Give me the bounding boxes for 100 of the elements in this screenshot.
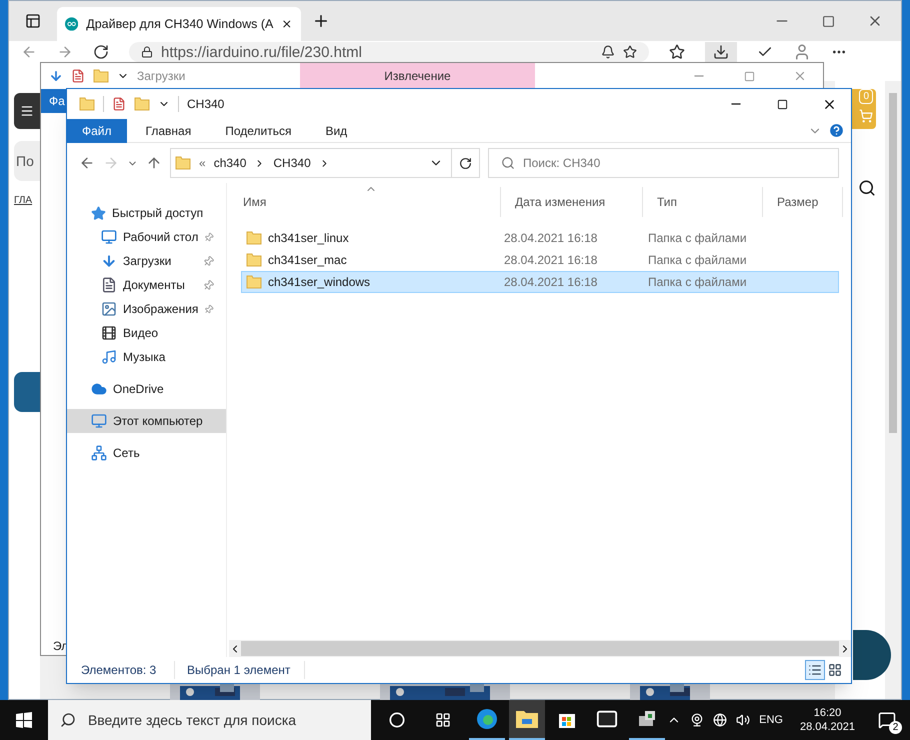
refresh-icon[interactable] [459, 156, 472, 170]
details-icon [808, 663, 822, 677]
menu-button[interactable] [14, 93, 40, 129]
taskbar-search[interactable]: Введите здесь текст для поиска [48, 700, 372, 740]
folder-icon [93, 68, 109, 84]
nav-item[interactable]: OneDrive [67, 377, 226, 401]
nav-item[interactable]: Видео [67, 321, 226, 345]
folder-icon [246, 274, 262, 290]
overflow-text[interactable]: « [199, 154, 206, 172]
forward-icon[interactable] [57, 44, 73, 60]
task-view-icon[interactable] [435, 712, 452, 728]
nav-item[interactable]: Документы [67, 273, 226, 297]
type-cell-text: Папка с файлами [647, 252, 748, 269]
file-row[interactable]: ch341ser_windows 28.04.2021 16:18 Папка с файлами [241, 271, 839, 293]
down-arrow-icon [101, 253, 117, 269]
folder-icon [79, 96, 95, 112]
clock[interactable]: 16:20 28.04.2021 [792, 706, 864, 734]
file-row[interactable]: ch341ser_mac 28.04.2021 16:18 Папка с файлами [241, 249, 839, 271]
folder-icon [515, 709, 540, 729]
type-cell-text: Папка с файлами [647, 274, 748, 291]
ribbon-tab[interactable]: Фа [41, 89, 67, 113]
path-segment[interactable]: CH340 [273, 154, 311, 172]
nav-item[interactable]: Загрузки [67, 249, 226, 273]
favorites-icon[interactable] [669, 44, 685, 60]
back-icon[interactable] [21, 44, 37, 60]
taskbar-app[interactable] [509, 700, 546, 740]
notification-badge: 2 [889, 721, 902, 734]
ribbon-tab[interactable]: Главная [130, 118, 206, 142]
site-logo-icon [65, 16, 78, 32]
camera-icon[interactable] [690, 713, 704, 727]
folder-icon [246, 230, 262, 246]
film-icon [101, 325, 117, 341]
search-field[interactable]: Поиск: CH340 [488, 148, 839, 178]
type-cell-text: Папка с файлами [647, 230, 748, 247]
bell-icon[interactable] [601, 45, 615, 59]
cloud-icon [91, 381, 107, 397]
window-title: CH340 [187, 96, 226, 113]
date-cell-text: 28.04.2021 16:18 [503, 230, 598, 247]
tab-actions-icon[interactable] [25, 13, 41, 29]
notification-icon[interactable] [878, 711, 896, 729]
thumbnails-icon [828, 663, 842, 677]
ribbon-tab[interactable]: Поделиться [210, 118, 306, 142]
network-icon [91, 445, 107, 461]
music-note-icon [101, 349, 117, 365]
monitor-icon [101, 229, 117, 245]
browser-tab[interactable]: Драйвер для CH340 Windows (А [57, 7, 301, 41]
nav-item[interactable]: Музыка [67, 345, 226, 369]
column-header[interactable]: Размер [763, 187, 843, 217]
help-icon[interactable] [828, 122, 845, 139]
back-icon[interactable] [79, 155, 95, 171]
cart-badge: 0 [859, 89, 873, 104]
properties-icon[interactable] [112, 97, 126, 111]
windows-logo-icon[interactable] [16, 712, 32, 728]
address-bar[interactable]: https://iarduino.ru/file/230.html [129, 42, 649, 62]
address-bar[interactable]: « ch340 CH340 [170, 148, 480, 178]
file-name: ch341ser_mac [268, 252, 347, 269]
nav-item[interactable]: Этот компьютер [67, 409, 226, 433]
profile-icon[interactable] [793, 43, 811, 61]
network-icon[interactable] [713, 713, 728, 727]
ribbon-tab[interactable]: Файл [67, 118, 127, 142]
properties-icon [71, 69, 85, 83]
search-icon[interactable] [858, 179, 876, 197]
maximize-icon[interactable] [822, 14, 835, 28]
details-view-button[interactable] [805, 660, 825, 680]
up-icon[interactable] [146, 155, 162, 171]
language-indicator[interactable]: ENG [759, 712, 783, 728]
ribbon-tab[interactable]: Вид [310, 118, 362, 142]
cortana-icon[interactable] [389, 712, 406, 728]
nav-item[interactable]: Быстрый доступ [67, 201, 226, 225]
nav-item[interactable]: Рабочий стол [67, 225, 226, 249]
folder-icon [134, 96, 150, 112]
reload-icon[interactable] [93, 44, 109, 60]
column-header[interactable]: Дата изменения [501, 187, 643, 217]
date-cell-text: 28.04.2021 16:18 [503, 252, 598, 269]
column-header[interactable]: Имя [229, 187, 501, 217]
document-icon [101, 277, 117, 293]
new-tab-icon[interactable] [312, 12, 330, 30]
search-field[interactable]: По [14, 141, 40, 181]
breadcrumb-link[interactable]: ГЛА [14, 193, 40, 208]
column-header[interactable]: Тип [643, 187, 763, 217]
cart-icon [859, 109, 873, 123]
folder-icon [175, 155, 191, 171]
volume-icon[interactable] [736, 713, 750, 727]
maximize-icon[interactable] [777, 98, 788, 110]
file-row[interactable]: ch341ser_linux 28.04.2021 16:18 Папка с файлами [241, 227, 839, 249]
window-title: Загрузки [137, 68, 186, 85]
nav-item[interactable]: Сеть [67, 441, 226, 465]
nav-item[interactable]: Изображения [67, 297, 226, 321]
file-name: ch341ser_windows [268, 274, 370, 291]
date-cell-text: 28.04.2021 16:18 [503, 274, 598, 291]
image-icon [101, 301, 117, 317]
page-button[interactable] [14, 372, 42, 412]
path-segment[interactable]: ch340 [214, 154, 246, 172]
search-icon [60, 712, 76, 728]
context-tab[interactable]: Извлечение [300, 63, 535, 89]
file-name: ch341ser_linux [268, 230, 349, 247]
computer-icon [91, 413, 107, 429]
favorite-icon[interactable] [623, 45, 637, 59]
downloads-icon[interactable] [713, 44, 729, 60]
horizontal-scrollbar[interactable] [229, 640, 851, 657]
